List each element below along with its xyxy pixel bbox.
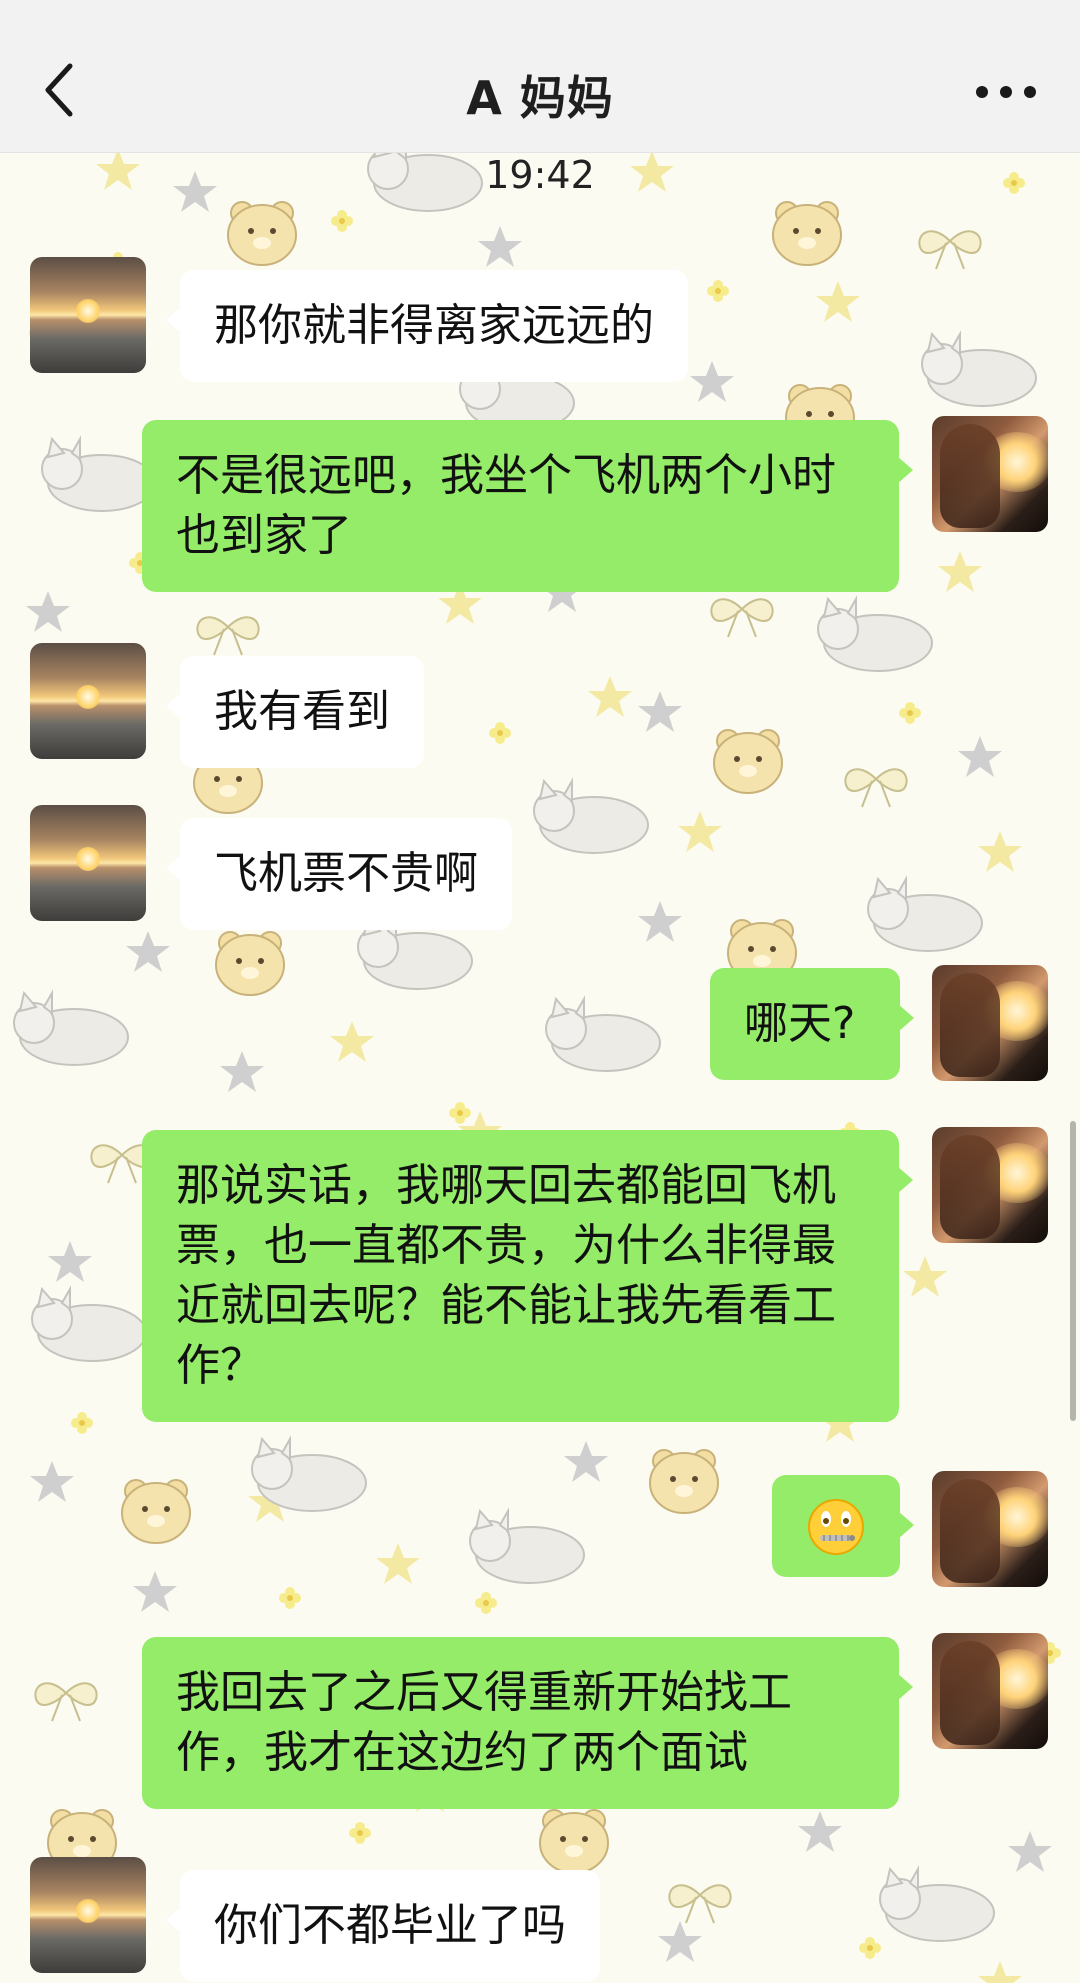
message-bubble-outgoing[interactable]: 我回去了之后又得重新开始找工作，我才在这边约了两个面试 xyxy=(142,1637,913,1809)
message-bubble-incoming[interactable]: 你们不都毕业了吗 xyxy=(166,1870,600,1982)
contact-avatar[interactable] xyxy=(30,257,146,373)
message-bubble-incoming[interactable]: 飞机票不贵啊 xyxy=(166,818,512,930)
message-bubble-incoming[interactable]: 那你就非得离家远远的 xyxy=(166,270,688,382)
message-bubble-outgoing[interactable]: 不是很远吧，我坐个飞机两个小时也到家了 xyxy=(142,420,913,592)
contact-avatar[interactable] xyxy=(30,805,146,921)
message-bubble-outgoing[interactable]: 哪天? xyxy=(710,968,914,1080)
message-bubble-outgoing[interactable]: 那说实话，我哪天回去都能回飞机票，也一直都不贵，为什么非得最近就回去呢？能不能让… xyxy=(142,1130,913,1422)
chat-title: A 妈妈 xyxy=(466,71,614,125)
message-bubble-outgoing[interactable] xyxy=(772,1475,914,1577)
self-avatar[interactable] xyxy=(932,416,1048,532)
scrollbar[interactable] xyxy=(1070,1121,1076,1421)
more-horizontal-icon xyxy=(976,86,1036,98)
zipper-mouth-face-emoji xyxy=(808,1499,864,1555)
more-button[interactable] xyxy=(970,72,1042,112)
self-avatar[interactable] xyxy=(932,1127,1048,1243)
self-avatar[interactable] xyxy=(932,1633,1048,1749)
self-avatar[interactable] xyxy=(932,965,1048,1081)
message-timestamp: 19:42 xyxy=(485,153,595,197)
self-avatar[interactable] xyxy=(932,1471,1048,1587)
top-bar: A 妈妈 xyxy=(0,0,1080,153)
contact-avatar[interactable] xyxy=(30,1857,146,1973)
contact-avatar[interactable] xyxy=(30,643,146,759)
message-bubble-incoming[interactable]: 我有看到 xyxy=(166,656,424,768)
